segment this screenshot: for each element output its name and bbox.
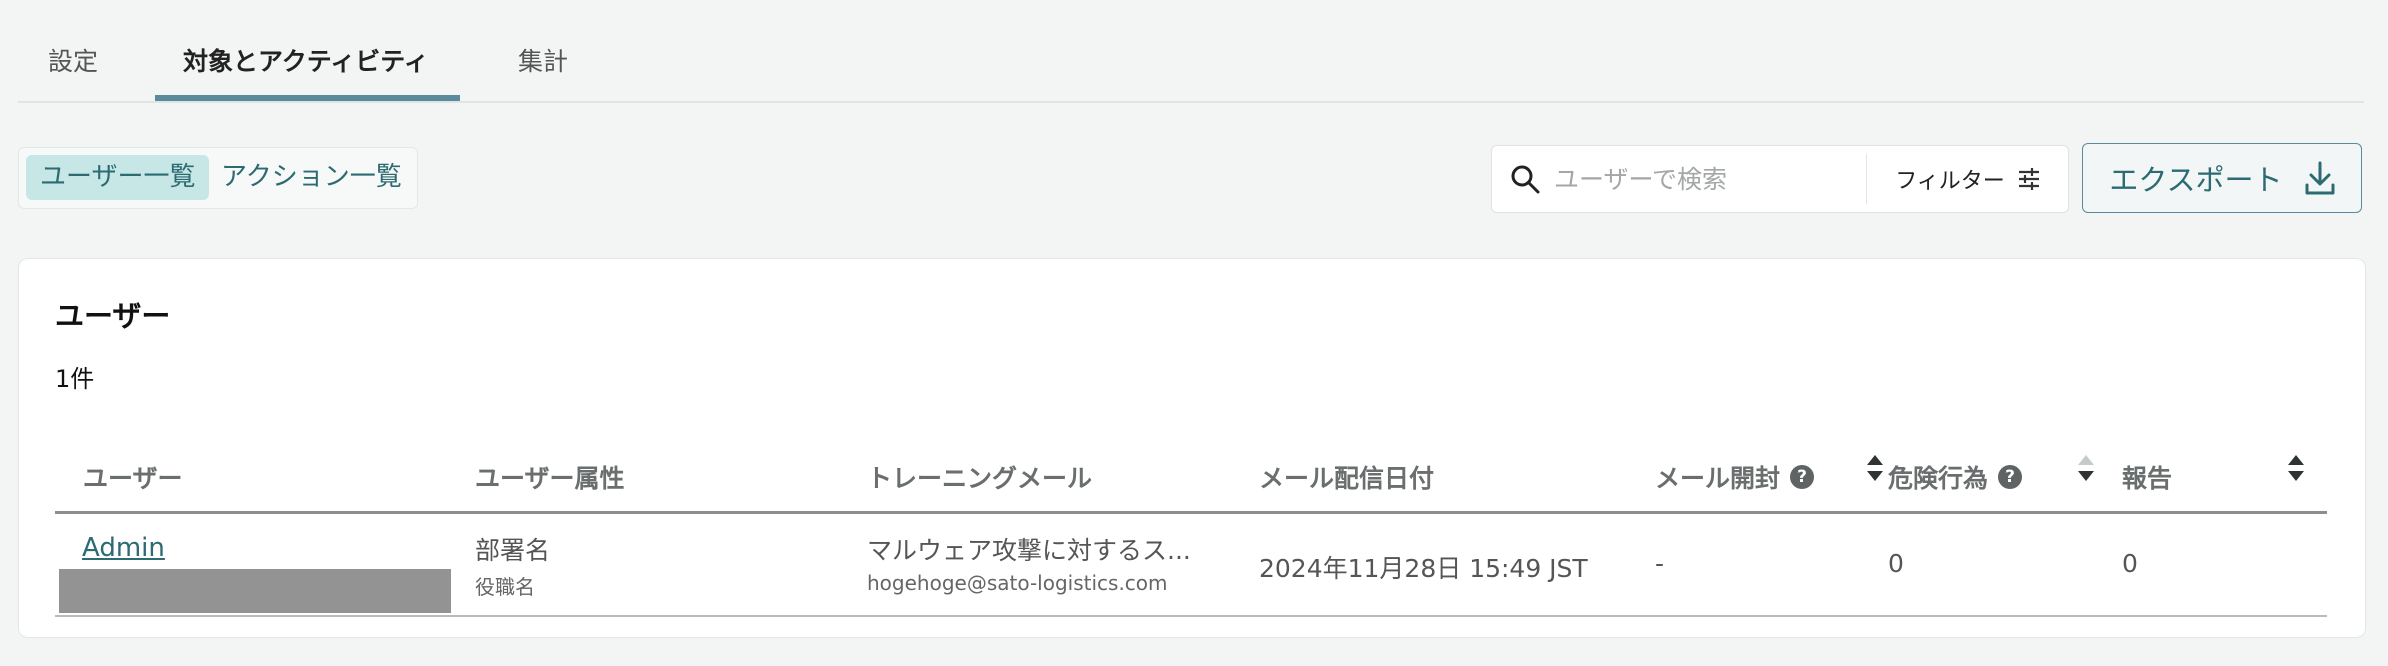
filter-button[interactable]: フィルター [1868,146,2068,212]
risky-action-value: 0 [1888,549,1904,578]
sort-icon[interactable] [2287,453,2305,483]
help-icon[interactable]: ? [1998,465,2023,489]
column-header-mail-opened: メール開封 ? [1655,459,1815,495]
result-count: 1件 [55,365,95,393]
column-header-user: ユーザー [83,464,183,493]
action-list-toggle[interactable]: アクション一覧 [207,155,416,200]
search-input[interactable] [1552,156,1856,202]
table-header: ユーザー ユーザー属性 トレーニングメール メール配信日付 メール開封 ? 危険… [55,435,2327,514]
training-mail-title: マルウェア攻撃に対するス... [867,536,1191,565]
column-header-risky-action: 危険行為 ? [1888,459,2023,495]
users-card: ユーザー 1件 ユーザー ユーザー属性 トレーニングメール メール配信日付 メー… [18,258,2366,638]
export-label: エクスポート [2109,163,2283,197]
reported-value: 0 [2122,549,2138,578]
column-header-attributes: ユーザー属性 [475,464,625,493]
tab-bar: 設定 対象とアクティビティ 集計 [18,0,2364,103]
tab-summary[interactable]: 集計 [518,42,568,78]
card-title: ユーザー [55,299,171,333]
search-icon [1511,165,1540,194]
department: 部署名 [475,536,551,565]
redacted-email [59,569,451,613]
tab-settings[interactable]: 設定 [48,42,98,78]
sort-icon[interactable] [1866,453,1884,483]
help-icon[interactable]: ? [1790,465,1815,489]
sent-date: 2024年11月28日 15:49 JST [1259,554,1588,583]
column-header-reported: 報告 [2122,464,2173,493]
active-tab-indicator [155,95,460,101]
user-link[interactable]: Admin [82,533,165,563]
search-filter-group: フィルター [1491,145,2069,213]
export-button[interactable]: エクスポート [2082,143,2362,213]
mail-opened-value: - [1655,549,1665,578]
sliders-icon [2018,168,2039,190]
column-header-sent-date: メール配信日付 [1259,464,1435,493]
sort-icon[interactable] [2077,453,2095,483]
table-row: Admin 部署名 役職名 マルウェア攻撃に対するス... hogehoge@s… [55,511,2327,617]
filter-label: フィルター [1895,169,2005,194]
position: 役職名 [475,575,535,599]
training-mail-address: hogehoge@sato-logistics.com [867,571,1168,595]
view-toggle: ユーザー一覧 アクション一覧 [18,147,418,209]
tab-targets-activity[interactable]: 対象とアクティビティ [183,42,429,78]
column-header-training-mail: トレーニングメール [867,464,1093,493]
download-icon [2305,161,2335,195]
user-list-toggle[interactable]: ユーザー一覧 [26,155,210,200]
divider [1866,154,1867,204]
